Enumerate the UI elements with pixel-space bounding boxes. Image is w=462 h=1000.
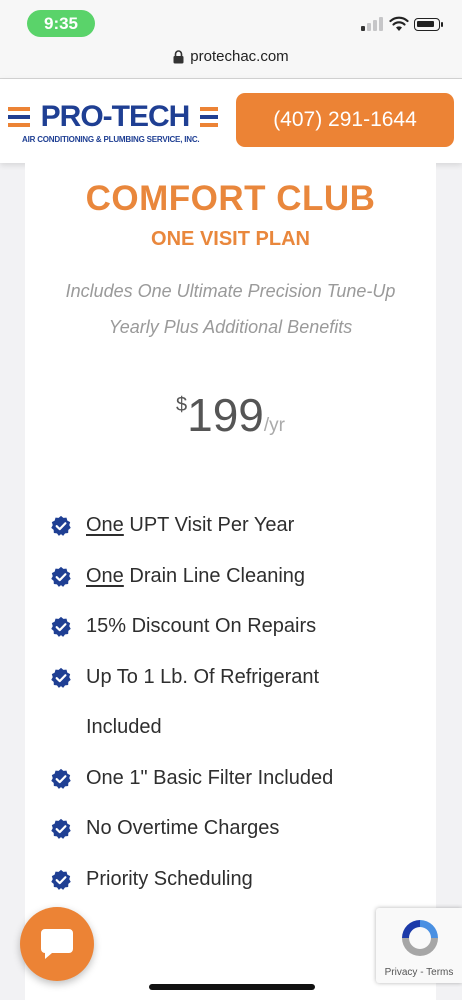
feature-text: Included [86,716,162,738]
feature-item: One Drain Line Cleaning [48,551,428,602]
url-text[interactable]: protechac.com [190,48,288,65]
site-header: PRO-TECH AIR CONDITIONING & PLUMBING SER… [0,79,462,163]
check-badge-icon [50,667,72,689]
check-badge-icon [50,768,72,790]
check-badge-icon [50,818,72,840]
price-currency: $ [176,394,188,416]
phone-call-button[interactable]: (407) 291-1644 [236,93,454,147]
logo-subtitle: AIR CONDITIONING & PLUMBING SERVICE, INC… [22,135,200,144]
feature-text: Priority Scheduling [86,867,253,890]
check-badge-icon [50,616,72,638]
status-bar: 9:35 [0,0,462,44]
feature-item: One UPT Visit Per Year [48,500,428,551]
plan-description-line: Includes One Ultimate Precision Tune-Up [65,281,396,301]
recaptcha-icon [402,920,438,956]
address-bar[interactable]: protechac.com [0,44,462,79]
feature-text: UPT Visit Per Year [123,514,295,536]
feature-text: Up To 1 Lb. Of Refrigerant [86,665,320,688]
logo[interactable]: PRO-TECH AIR CONDITIONING & PLUMBING SER… [8,99,218,147]
plan-title: COMFORT CLUB [85,179,376,218]
chat-button[interactable] [20,907,94,981]
logo-stripes-left [8,107,30,127]
check-badge-icon [50,869,72,891]
recaptcha-badge[interactable]: Privacy - Terms [376,908,462,983]
lock-icon [173,49,184,63]
feature-text: Drain Line Cleaning [123,564,306,587]
price-period: /yr [263,415,285,436]
plan-description-line: Yearly Plus Additional Benefits [108,317,353,337]
logo-wordmark: PRO-TECH [40,100,191,133]
feature-item: Priority Scheduling [48,854,428,905]
feature-emphasis: One [86,564,124,587]
price-amount: 199 [187,389,264,441]
chat-bubble-icon [41,929,73,959]
check-badge-icon [50,566,72,588]
status-time: 9:35 [27,10,95,37]
feature-item: No Overtime Charges [48,803,428,854]
feature-emphasis: One [86,514,124,536]
feature-item: One 1" Basic Filter Included [48,753,428,804]
home-indicator [149,984,315,990]
feature-list: One UPT Visit Per Year One Drain Line Cl… [48,500,428,904]
battery-icon [414,18,443,31]
plan-card: COMFORT CLUB ONE VISIT PLAN Includes One… [25,163,436,1000]
feature-item: Up To 1 Lb. Of Refrigerant Included [48,652,428,753]
price: $199/yr [25,388,436,442]
signal-icon [361,17,383,31]
plan-description: Includes One Ultimate Precision Tune-Up … [35,273,426,345]
feature-text: One 1" Basic Filter Included [86,766,334,789]
wifi-icon [389,16,409,31]
plan-subtitle: ONE VISIT PLAN [151,228,310,250]
recaptcha-links[interactable]: Privacy - Terms [376,967,462,978]
check-badge-icon [50,515,72,537]
feature-text: No Overtime Charges [86,817,280,839]
feature-item: 15% Discount On Repairs [48,601,428,652]
feature-text: 15% Discount On Repairs [86,615,317,637]
logo-stripes-right [200,107,218,127]
